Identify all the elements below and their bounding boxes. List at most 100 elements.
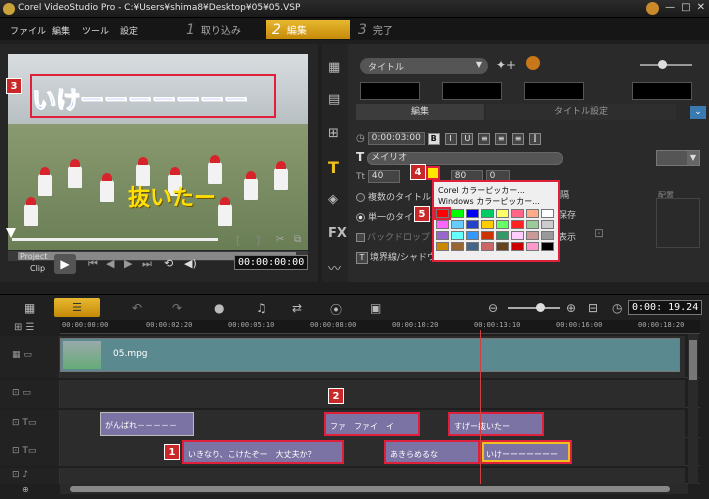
undo-icon[interactable]: ↶ [132, 301, 142, 315]
video-track-icon[interactable]: ▦ ▭ [12, 350, 32, 360]
tab-edit[interactable]: 編集 [356, 104, 484, 120]
repeat-icon[interactable]: ⟲ [164, 257, 173, 270]
color-swatch[interactable] [436, 242, 449, 251]
color-swatch[interactable] [451, 242, 464, 251]
grid-icon[interactable]: ⊡ [594, 226, 604, 240]
play-button[interactable]: ▶ [54, 254, 76, 274]
title-track-icon[interactable]: ⊡ T▭ [12, 446, 36, 456]
mark-in-button[interactable]: [ [236, 234, 240, 247]
color-swatch[interactable] [526, 220, 539, 229]
backdrop-checkbox[interactable] [356, 233, 365, 242]
maximize-button[interactable]: □ [681, 2, 690, 15]
color-swatch[interactable] [466, 242, 479, 251]
color-swatch[interactable] [541, 242, 554, 251]
audio-icon[interactable]: ♫ [256, 301, 267, 315]
title-clip[interactable]: がんばれ－－－－－ [100, 412, 194, 436]
align-center-icon[interactable]: ≡ [495, 132, 508, 145]
video-clip[interactable]: 05.mpg [60, 338, 680, 372]
fit-icon[interactable]: ⊟ [588, 301, 598, 315]
step-edit[interactable]: 2 編集 [266, 20, 350, 39]
library-thumbnail[interactable] [442, 82, 502, 100]
color-swatch[interactable] [526, 231, 539, 240]
title-lane-2[interactable]: いきなり、こけたぞー 大丈夫か？ あきらめるな いけーーーーーーー [60, 438, 685, 466]
transition-icon[interactable]: ▤ [328, 92, 340, 107]
collapse-icon[interactable]: ⌄ [690, 106, 706, 119]
online-icon[interactable] [526, 56, 540, 70]
tab-title-settings[interactable]: タイトル設定 [486, 104, 676, 120]
underline-button[interactable]: U [461, 132, 474, 145]
zoom-out-icon[interactable]: ⊖ [488, 301, 498, 315]
color-swatch[interactable] [466, 231, 479, 240]
thumb-size-knob[interactable] [658, 60, 667, 69]
title-lane-1[interactable]: がんばれ－－－－－ ファ ファイ イ すげー抜いたー [60, 410, 685, 438]
overlay-lane[interactable] [60, 380, 685, 408]
menu-edit[interactable]: 編集 [52, 24, 70, 37]
preview-timecode[interactable]: 00:00:00:00 [234, 255, 309, 270]
title-clip[interactable]: いきなり、こけたぞー 大丈夫か？ [182, 440, 344, 464]
title-clip-selected[interactable]: いけーーーーーーー [480, 440, 572, 464]
vertical-text-icon[interactable]: ⫿ [528, 132, 541, 145]
color-swatch[interactable] [541, 231, 554, 240]
path-icon[interactable]: 〰 [328, 258, 341, 277]
title-clip[interactable]: あきらめるな [384, 440, 480, 464]
color-swatch[interactable] [466, 209, 479, 218]
color-swatch[interactable] [481, 231, 494, 240]
minimize-button[interactable]: — [665, 2, 675, 15]
graphics-icon[interactable]: ◈ [328, 192, 338, 207]
step-capture[interactable]: 1 取り込み [180, 20, 264, 39]
library-thumbnail[interactable] [632, 82, 692, 100]
zoom-knob[interactable] [536, 303, 545, 312]
color-swatch[interactable] [481, 209, 494, 218]
redo-icon[interactable]: ↷ [172, 301, 182, 315]
home-icon[interactable]: ⏮ [88, 257, 98, 271]
color-swatch[interactable] [496, 209, 509, 218]
zoom-in-icon[interactable]: ⊕ [566, 301, 576, 315]
library-thumbnail[interactable] [524, 82, 584, 100]
title-overlay-text[interactable]: いけーーーーーーー [32, 80, 249, 115]
mix-icon[interactable]: ⇄ [292, 301, 302, 315]
timeline-view-button[interactable]: ☰ [54, 298, 100, 317]
bold-button[interactable]: B [427, 132, 440, 145]
library-category-dropdown[interactable]: タイトル ▼ [360, 58, 488, 74]
title-clip[interactable]: すげー抜いたー [448, 412, 544, 436]
previous-icon[interactable]: ◀ [106, 257, 114, 270]
expand-icon[interactable]: ⊕ [22, 485, 29, 494]
color-swatch[interactable] [511, 231, 524, 240]
color-swatch[interactable] [436, 231, 449, 240]
menu-tools[interactable]: ツール [82, 24, 109, 37]
color-swatch[interactable] [526, 209, 539, 218]
timeline-ruler[interactable]: 00:00:00:00 00:00:02:20 00:00:05:10 00:0… [60, 320, 700, 334]
italic-button[interactable]: I [444, 132, 457, 145]
color-swatch[interactable] [436, 220, 449, 229]
split-icon[interactable]: ✂ [276, 234, 284, 245]
title-overlay-text-2[interactable]: 抜いたー [128, 180, 216, 212]
track-manager-view-icon[interactable]: ⊞ ☰ [14, 322, 35, 333]
color-swatch[interactable] [511, 209, 524, 218]
next-icon[interactable]: ▶ [124, 257, 132, 270]
clip-mode[interactable]: Clip [30, 264, 45, 273]
overlay-track-icon[interactable]: ⊡ ▭ [12, 388, 31, 398]
filter-icon[interactable]: ⊞ [328, 126, 339, 141]
help-icon[interactable] [646, 2, 660, 15]
audio-lane[interactable] [60, 468, 685, 484]
color-swatch[interactable] [496, 231, 509, 240]
font-dropdown[interactable]: メイリオ [367, 152, 564, 165]
font-size-field[interactable]: 40 [367, 170, 400, 183]
color-swatch[interactable] [481, 242, 494, 251]
color-swatch[interactable] [496, 220, 509, 229]
border-shadow-icon[interactable]: T [356, 251, 368, 264]
close-button[interactable]: ✕ [697, 2, 705, 15]
font-color-swatch[interactable] [426, 166, 440, 180]
chapter-icon[interactable]: ▣ [370, 301, 381, 315]
color-swatch[interactable] [451, 220, 464, 229]
title-track-icon[interactable]: ⊡ T▭ [12, 418, 36, 428]
color-swatch[interactable] [541, 220, 554, 229]
menu-settings[interactable]: 設定 [120, 24, 138, 37]
timeline-vertical-scrollbar[interactable] [688, 334, 698, 484]
alignment-grid[interactable] [656, 198, 700, 248]
audio-track-icon[interactable]: ⊡ ♪ [12, 470, 28, 480]
windows-color-picker-item[interactable]: Windows カラーピッカー... [438, 196, 540, 207]
record-icon[interactable]: ● [214, 301, 224, 315]
library-thumbnail[interactable] [360, 82, 420, 100]
color-swatch[interactable] [434, 207, 451, 220]
